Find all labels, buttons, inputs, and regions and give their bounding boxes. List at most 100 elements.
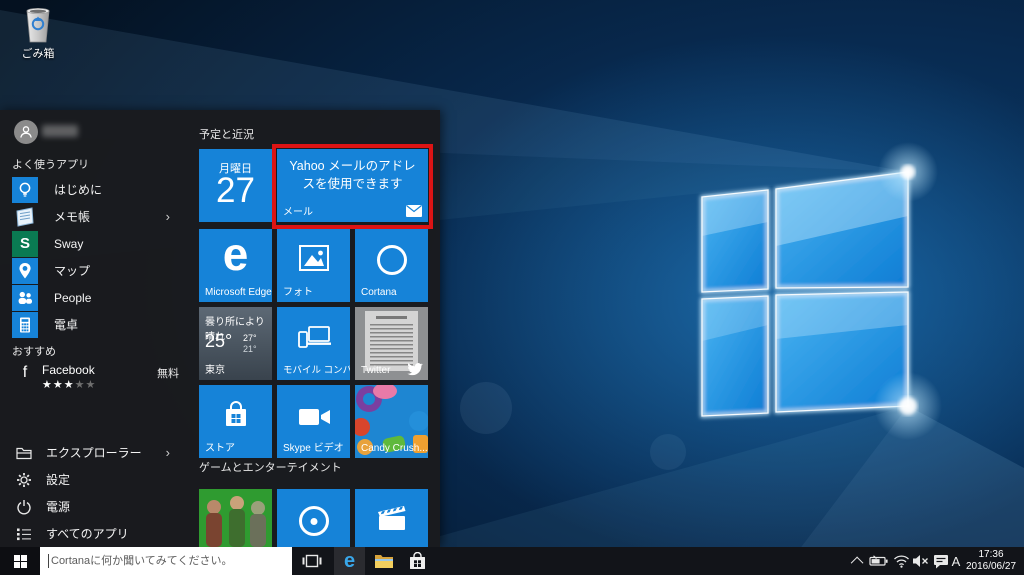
tile-skype-video[interactable]: Skype ビデオ [277,385,350,458]
tile-microsoft-edge[interactable]: e Microsoft Edge [199,229,272,302]
chevron-right-icon[interactable]: › [166,209,170,224]
clock-date: 2016/06/27 [965,561,1017,572]
menu-item-notepad[interactable]: メモ帳 › [0,203,198,230]
recycle-bin[interactable]: ごみ箱 [10,6,66,61]
suggested-app-name: Facebook [42,363,95,377]
price-label: 無料 [157,368,179,380]
edge-icon: e [343,550,356,572]
menu-item-label: People [54,290,92,305]
chevron-up-icon [850,556,863,569]
weather-low: 21° [243,344,257,354]
tile-twitter[interactable]: Twitter [355,307,428,380]
mail-tile-label: メール [283,207,313,218]
menu-item-label: エクスプローラー [46,446,142,460]
start-menu: よく使うアプリ はじめに メモ帳 › S Sway マップ People 電卓 … [0,110,440,547]
tile-store[interactable]: ストア [199,385,272,458]
menu-item-label: 電源 [46,500,71,514]
tile-label: モバイル コンパ... [283,365,350,376]
suggested-header: おすすめ [12,346,56,358]
user-avatar[interactable] [14,120,38,144]
tiles-section2-header: ゲームとエンターテイメント [199,462,342,474]
menu-item-sway[interactable]: S Sway [0,230,198,257]
envelope-icon [406,205,422,217]
chevron-right-icon[interactable]: › [166,445,170,460]
tiles-section1-header: 予定と近況 [199,129,254,141]
tile-mail[interactable]: Yahoo メールのアドレスを使用できます メール [277,149,428,222]
menu-item-settings[interactable]: 設定 [0,466,198,493]
clock-time: 17:36 [978,549,1004,560]
menu-item-maps[interactable]: マップ [0,257,198,284]
tile-groove-music[interactable] [277,489,350,547]
tile-label: ストア [205,443,235,454]
store-icon [410,552,425,569]
menu-item-people[interactable]: People [0,284,198,311]
windows-logo-icon [13,554,27,568]
all-apps-icon [15,525,33,543]
menu-item-power[interactable]: 電源 [0,493,198,520]
menu-item-label: 設定 [46,473,71,487]
menu-item-all-apps[interactable]: すべてのアプリ [0,520,198,547]
video-camera-icon [299,409,330,425]
tile-photos[interactable]: フォト [277,229,350,302]
tile-xbox-avatars[interactable] [199,489,272,547]
file-explorer-icon [374,555,393,568]
tile-movies-tv[interactable] [355,489,428,547]
most-used-header: よく使うアプリ [12,159,89,171]
twitter-bird-icon [407,363,423,376]
menu-item-get-started[interactable]: はじめに [0,176,198,203]
search-input[interactable]: Cortanaに何か聞いてみてください。 [40,547,292,575]
store-bag-icon [226,401,246,426]
menu-item-label: マップ [54,264,91,278]
tile-candy-crush[interactable]: Candy Crush... [355,385,428,458]
tray-expand-button[interactable] [850,547,866,575]
calendar-day: 27 [216,171,255,210]
facebook-icon: f [22,364,28,381]
tile-mobile-companion[interactable]: モバイル コンパ... [277,307,350,380]
battery-status[interactable] [868,547,890,575]
task-view-button[interactable] [297,547,327,575]
action-center-icon [934,554,948,568]
volume-status[interactable] [910,547,932,575]
lightbulb-icon [12,176,38,203]
rating-stars: ★★★★★ [42,379,97,391]
phone-laptop-icon [298,326,331,348]
folder-icon [15,444,33,462]
tile-weather[interactable]: 曇り所により晴れ 25° 27° 21° 東京 [199,307,272,380]
photos-icon [299,245,329,271]
menu-item-label: すべてのアプリ [46,527,129,541]
taskbar-edge-button[interactable]: e [334,547,365,575]
weather-high: 27° [243,333,257,343]
menu-item-calculator[interactable]: 電卓 [0,311,198,338]
tile-label: Cortana [361,287,397,298]
recycle-bin-icon [26,8,50,43]
user-name-redacted [42,125,78,137]
taskbar-explorer-button[interactable] [368,547,399,575]
battery-icon [869,555,888,566]
taskbar-store-button[interactable] [402,547,433,575]
menu-item-label: はじめに [54,183,103,197]
person-icon [20,126,32,138]
text-caret [48,554,49,568]
cortana-icon [376,245,407,275]
menu-item-explorer[interactable]: エクスプローラー › [0,439,198,466]
speaker-muted-icon [913,555,928,567]
clapperboard-icon [378,506,406,530]
edge-logo: e [222,229,249,280]
menu-item-label: 電卓 [54,318,79,332]
wifi-icon [893,555,909,568]
tile-label: Microsoft Edge [205,287,272,298]
taskbar-clock[interactable]: 17:36 2016/06/27 [962,549,1020,573]
tile-label: Skype ビデオ [283,443,344,454]
windows-desktop: ごみ箱 よく使うアプリ はじめに メモ帳 › S Sway マップ People… [0,0,1024,575]
task-view-icon [302,554,322,568]
weather-city: 東京 [205,365,225,376]
tile-cortana[interactable]: Cortana [355,229,428,302]
avatar-figures [206,496,266,547]
start-button[interactable] [0,547,40,575]
network-status[interactable] [891,547,911,575]
tile-calendar[interactable]: 月曜日 27 [199,149,272,222]
recycle-bin-label: ごみ箱 [21,48,55,60]
map-pin-icon [12,257,38,284]
tile-label: Candy Crush... [361,443,428,454]
menu-item-label: メモ帳 [54,210,91,224]
